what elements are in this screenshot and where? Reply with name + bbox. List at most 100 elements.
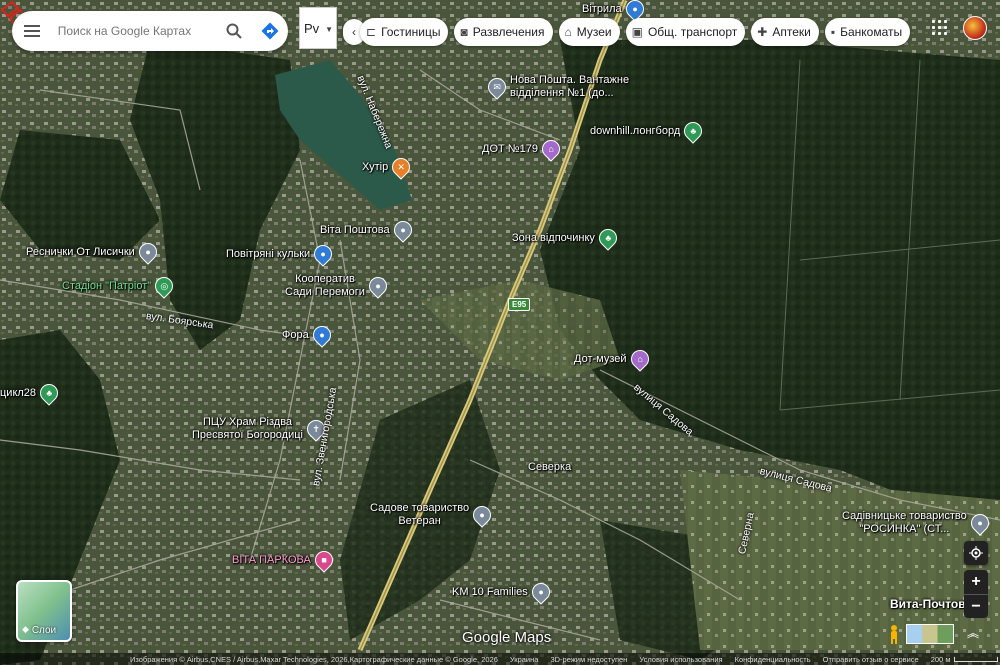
place-dot-museum[interactable]: ⌂ Дот-музей [574,346,653,372]
place-vita-poshtova[interactable]: ● Віта Поштова [320,217,416,243]
museum-icon: ⌂ [538,136,564,162]
place-label: ДОТ №179 [482,143,538,155]
language-select[interactable]: Рv ▼ [299,7,337,49]
stadium-icon: ◎ [151,273,177,299]
chip-pharmacies[interactable]: ✚ Аптеки [751,18,819,46]
chip-museums[interactable]: ⌂ Музеи [558,18,620,46]
place-dot-179[interactable]: ⌂ ДОТ №179 [482,136,564,162]
place-tsykl28[interactable]: ♣ цикл28 [0,380,62,406]
place-vita-parkova[interactable]: ■ ВІТА ПАРКОВА [232,547,337,573]
hotel-icon: ⊏ [366,25,377,39]
search-input[interactable] [57,24,217,38]
directions-button[interactable] [252,11,288,51]
atm-icon: ▪ [830,25,836,39]
museum-icon: ⌂ [564,25,572,39]
place-label-line2: Пресвятої Богородиці [192,429,303,441]
place-label: Садове товариство [370,502,470,514]
scale-indicator[interactable]: 200 м [931,655,999,664]
place-severka: Северка [528,461,571,473]
place-church[interactable]: ✝ ПЦУ Храм Різдва Пресвятої Богородиці [192,416,329,442]
place-label: Зона відпочинку [512,232,595,244]
hamburger-icon [23,25,40,37]
place-veteran[interactable]: ● Садове товариство Ветеран [370,502,495,528]
place-khutir[interactable]: ✕ Хутір [362,154,414,180]
shopping-icon: ● [310,241,336,267]
search-box[interactable] [12,11,288,51]
my-location-button[interactable] [964,541,988,565]
layers-button[interactable]: ◆ Слои [16,580,72,642]
privacy-link[interactable]: Конфиденциальность [735,655,811,664]
satellite-map[interactable]: ✉ Нова Пошта. Вантажне відділення №1 (до.… [0,0,1000,665]
place-label: Кооператив [295,273,355,285]
place-label: Стадіон "Патріот" [62,280,152,292]
chip-transit[interactable]: ▣ Общ. транспорт [625,18,746,46]
shopping-icon: ● [308,322,335,348]
place-stadium[interactable]: ◎ Стадіон "Патріот" [62,273,177,299]
zoom-out-button[interactable]: − [964,594,988,618]
caret-down-icon: ▼ [325,25,333,34]
search-button[interactable] [217,11,253,51]
chip-label: Общ. транспорт [647,25,738,39]
place-label: Реснички От Лисички [26,246,135,258]
location-icon: ● [365,273,391,299]
attribution-imagery: Изображения © Airbus,CNES / Airbus,Maxar… [130,654,498,664]
location-icon: ● [135,239,161,265]
chip-hotels[interactable]: ⊏ Гостиницы [360,18,449,46]
location-icon: ● [528,579,554,605]
layers-label: Слои [31,625,57,636]
chip-label: Развлечения [472,25,545,39]
attribution-3d-mode: 3D-режим недоступен [550,654,628,664]
chip-label: Гостиницы [381,25,441,39]
place-label: KM 10 Families [452,586,528,598]
place-cooperative[interactable]: ● Кооператив Сади Перемоги [285,273,391,299]
place-label: Фора [282,329,309,341]
place-fora[interactable]: ● Фора [282,322,335,348]
restaurant-icon: ✕ [388,154,414,180]
place-label: Нова Пошта. Вантажне [510,74,630,86]
place-balloons[interactable]: ● Повітряні кульки [226,241,336,267]
place-label-line2: Ветеран [398,515,441,527]
chip-entertainment[interactable]: ◙ Развлечения [454,18,553,46]
place-label: downhill.лонгборд [590,125,681,137]
park-icon: ♣ [680,118,706,144]
hotel-icon: ■ [311,547,337,573]
category-chips: ⊏ Гостиницы ◙ Развлечения ⌂ Музеи ▣ Общ. тра… [360,18,911,46]
place-downhill[interactable]: ♣ downhill.лонгборд [590,118,706,144]
place-km10[interactable]: ● KM 10 Families [452,579,554,605]
menu-button[interactable] [12,11,52,51]
location-icon: ● [469,502,495,528]
chip-label: Музеи [576,25,612,39]
zoom-in-button[interactable]: + [964,570,988,594]
feedback-link[interactable]: Отправить отзыв о сервисе [823,655,919,664]
place-rosynka[interactable]: ● Садівницьке товариство "РОСИНКА" (СТ... [842,510,993,536]
chip-atms[interactable]: ▪ Банкоматы [824,18,911,46]
museum-icon: ⌂ [626,346,653,372]
place-label: Хутір [362,161,389,173]
avatar[interactable] [963,16,987,40]
park-icon: ♣ [36,380,62,406]
scale-label: 200 м [930,654,951,664]
place-label: ПЦУ Храм Різдва [202,416,293,428]
place-resnichki[interactable]: ● Реснички От Лисички [26,239,161,265]
crosshair-icon [969,546,983,560]
zoom-controls: + − [964,570,988,618]
place-label: Северка [528,461,572,473]
place-recreation-zone[interactable]: ♣ Зона відпочинку [512,225,621,251]
terms-link[interactable]: Условия использования [639,655,722,664]
place-nova-poshta[interactable]: ✉ Нова Пошта. Вантажне відділення №1 (до.… [484,74,630,100]
place-vitryla[interactable]: ● Вітрила [582,0,648,22]
attribution-bar: Изображения © Airbus,CNES / Airbus,Maxar… [0,653,1000,665]
place-label-line2: відділення №1 (до... [510,87,614,99]
route-shield: E95 [508,298,531,311]
search-icon [226,23,243,39]
place-label: цикл28 [0,387,37,399]
pharmacy-icon: ✚ [757,25,768,39]
bus-icon: ▣ [631,25,643,39]
apps-button[interactable] [932,20,950,38]
layer-thumbnails[interactable] [906,624,954,644]
park-icon: ♣ [595,225,621,251]
pegman-icon[interactable] [886,624,902,644]
expand-icon[interactable]: ︽ [964,624,982,644]
place-label-line2: Сади Перемоги [285,286,365,298]
place-label: Садівницьке товариство [842,510,967,522]
